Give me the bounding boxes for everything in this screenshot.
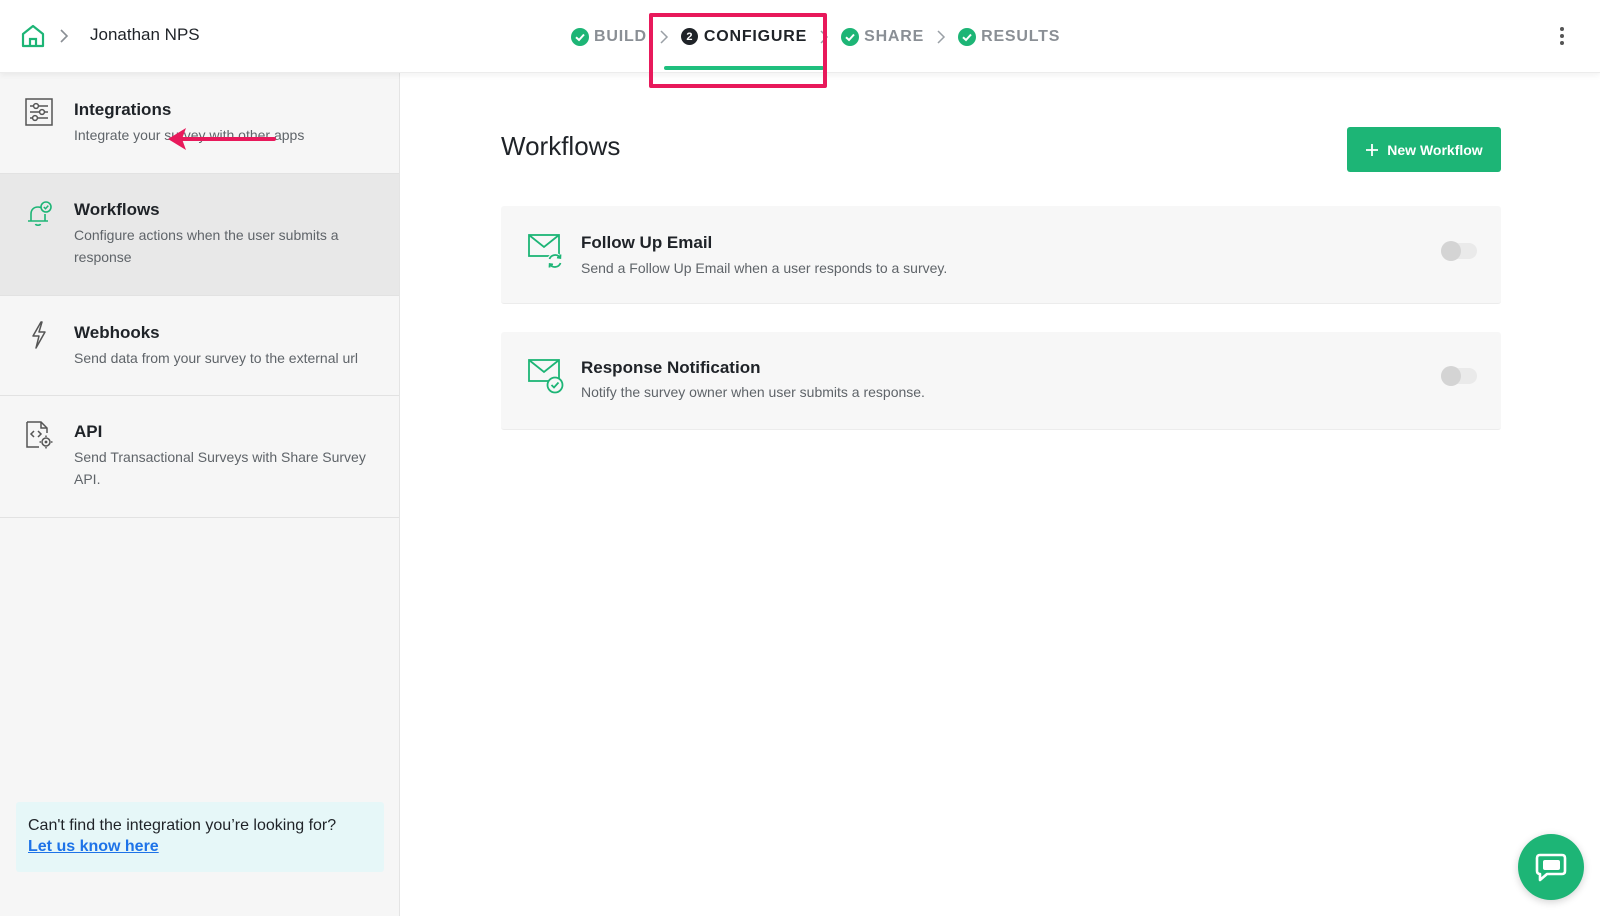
workflow-title: Follow Up Email [581, 233, 713, 252]
project-name: Jonathan NPS [90, 25, 200, 44]
main-content: Workflows New Workflow Follow Up Email S… [400, 73, 1600, 916]
help-text: Can't find the integration you’re lookin… [28, 817, 337, 834]
active-step-underline [663, 66, 825, 70]
sidebar: Integrations Integrate your survey with … [0, 73, 400, 916]
step-chevron-icon [820, 29, 829, 44]
sidebar-item-desc: Configure actions when the user submits … [74, 227, 339, 265]
plus-icon [1366, 143, 1379, 156]
workflow-desc: Send a Follow Up Email when a user respo… [581, 260, 948, 276]
step-chevron-icon [660, 29, 668, 44]
step-share[interactable]: SHARE [841, 0, 924, 73]
sidebar-item-api[interactable]: API Send Transactional Surveys with Shar… [0, 396, 399, 518]
step-chevron-icon [937, 29, 946, 44]
integration-help-box: Can't find the integration you’re lookin… [16, 802, 384, 872]
workflow-card-response-notification: Response Notification Notify the survey … [501, 332, 1501, 430]
sidebar-item-title: API [74, 422, 103, 441]
step-configure[interactable]: 2 CONFIGURE [663, 0, 825, 73]
top-bar: Jonathan NPS BUILD 2 CONFIGURE SHARE RES… [0, 0, 1600, 73]
workflow-card-follow-up-email: Follow Up Email Send a Follow Up Email w… [501, 206, 1501, 304]
step-build[interactable]: BUILD [571, 0, 647, 73]
new-workflow-label: New Workflow [1387, 141, 1483, 158]
follow-up-email-toggle[interactable] [1441, 241, 1477, 261]
toggle-knob [1441, 241, 1461, 261]
sidebar-item-integrations[interactable]: Integrations Integrate your survey with … [0, 73, 399, 174]
step-configure-label: CONFIGURE [703, 27, 808, 45]
code-file-icon [26, 421, 53, 449]
sidebar-item-workflows[interactable]: Workflows Configure actions when the use… [0, 174, 399, 296]
email-check-icon [528, 359, 564, 394]
response-notification-toggle[interactable] [1441, 366, 1477, 386]
sidebar-item-desc: Send Transactional Surveys with Share Su… [74, 449, 366, 487]
email-refresh-icon [528, 234, 563, 269]
sliders-icon [25, 98, 53, 126]
step-number-badge: 2 [680, 28, 698, 45]
step-navigation: BUILD 2 CONFIGURE SHARE RESULTS [571, 0, 1060, 73]
chat-launcher-button[interactable] [1518, 834, 1584, 900]
toggle-knob [1441, 366, 1461, 386]
check-circle-icon [841, 27, 860, 46]
sidebar-item-title: Workflows [74, 200, 160, 219]
chat-bubble-icon [1535, 853, 1567, 882]
step-results[interactable]: RESULTS [958, 0, 1060, 73]
workflow-desc: Notify the survey owner when user submit… [581, 384, 925, 400]
breadcrumb-chevron-icon [60, 29, 69, 43]
sidebar-item-title: Webhooks [74, 323, 160, 342]
sidebar-item-title: Integrations [74, 100, 172, 119]
let-us-know-link[interactable]: Let us know here [28, 838, 159, 855]
page-title: Workflows [501, 131, 621, 161]
step-share-label: SHARE [864, 27, 925, 45]
check-circle-icon [571, 27, 589, 46]
lightning-icon [32, 321, 46, 349]
workflow-title: Response Notification [581, 358, 761, 377]
new-workflow-button[interactable]: New Workflow [1347, 127, 1501, 172]
home-icon[interactable] [20, 23, 46, 49]
more-options-icon[interactable] [1558, 26, 1566, 46]
check-circle-icon [958, 27, 977, 46]
step-build-label: BUILD [594, 27, 647, 45]
step-results-label: RESULTS [981, 27, 1061, 45]
sidebar-item-desc: Send data from your survey to the extern… [74, 350, 359, 366]
sidebar-item-desc: Integrate your survey with other apps [74, 127, 305, 143]
sidebar-item-webhooks[interactable]: Webhooks Send data from your survey to t… [0, 296, 399, 396]
bell-check-icon [28, 201, 52, 226]
